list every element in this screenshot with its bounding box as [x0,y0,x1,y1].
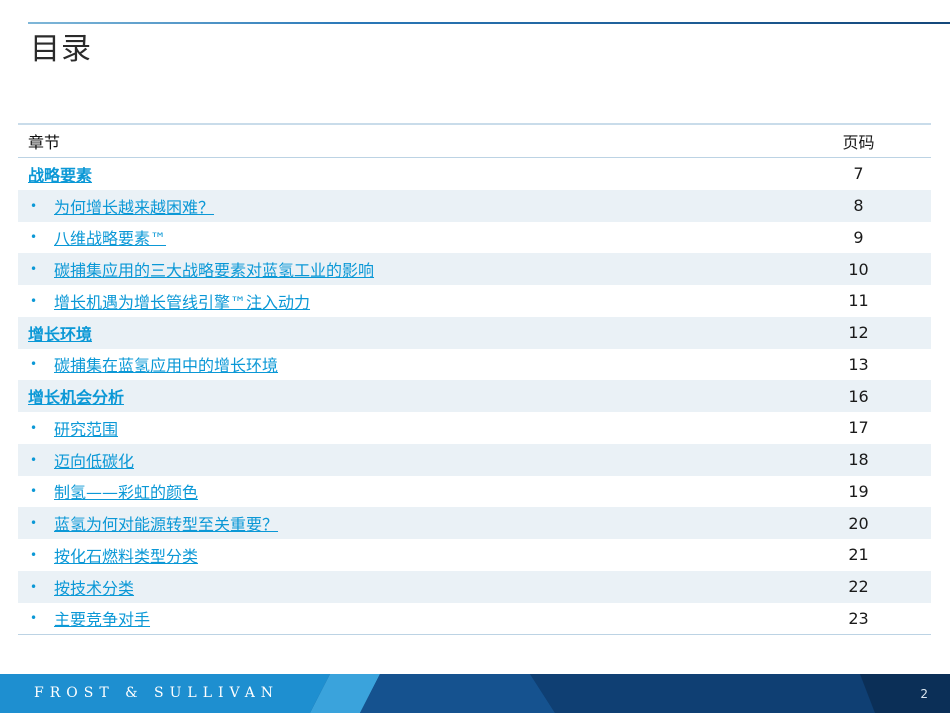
toc-item-link[interactable]: 碳捕集在蓝氢应用中的增长环境 [54,352,278,376]
toc-item-row: • 八维战略要素™ 9 [18,222,931,254]
bullet-icon: • [30,484,38,499]
bullet-icon: • [30,198,38,213]
toc-page-number: 9 [853,227,864,247]
footer-bar: FROST & SULLIVAN 2 [0,674,950,713]
toc-chapter-cell: • 制氢——彩虹的颜色 [18,479,786,503]
toc-header: 章节 页码 [18,123,931,158]
toc-chapter-cell: • 增长机遇为增长管线引擎™注入动力 [18,289,786,313]
toc-chapter-cell: 战略要素 [18,162,786,186]
page-title: 目录 [30,32,92,67]
bullet-icon: • [30,611,38,626]
toc-chapter-cell: • 研究范围 [18,416,786,440]
toc-item-row: • 迈向低碳化 18 [18,443,931,476]
toc-item-row: • 增长机遇为增长管线引擎™注入动力 11 [18,285,931,317]
toc-section-row: 战略要素 7 [18,158,931,190]
toc-chapter-cell: • 按技术分类 [18,575,786,599]
toc-page-number: 19 [848,481,869,501]
toc-item-row: • 按化石燃料类型分类 21 [18,539,931,571]
toc-item-link[interactable]: 碳捕集应用的三大战略要素对蓝氢工业的影响 [54,257,374,281]
toc-section-row: 增长环境 12 [18,316,931,349]
toc-item-link[interactable]: 主要竞争对手 [54,606,150,630]
toc-item-link[interactable]: 研究范围 [54,416,118,440]
toc-chapter-cell: • 碳捕集应用的三大战略要素对蓝氢工业的影响 [18,257,786,281]
bullet-icon: • [30,230,38,245]
toc-page-number: 23 [848,608,869,628]
toc-chapter-cell: • 为何增长越来越困难？ [18,194,786,218]
toc-page-number: 11 [848,291,869,311]
toc-page-number: 21 [848,545,869,565]
bullet-icon: • [30,262,38,277]
toc-table: 章节 页码 战略要素 7 • 为何增长越来越困难？ 8 • 八维战略要素™ 9 • 碳捕集应用的三… [18,123,931,636]
bullet-icon: • [30,420,38,435]
toc-item-row: • 碳捕集应用的三大战略要素对蓝氢工业的影响 10 [18,253,931,285]
toc-item-link[interactable]: 八维战略要素™ [54,225,166,249]
toc-rows: 战略要素 7 • 为何增长越来越困难？ 8 • 八维战略要素™ 9 • 碳捕集应用的三大战略要素对… [18,158,931,636]
toc-chapter-cell: • 迈向低碳化 [18,448,786,472]
header-chapter: 章节 [28,133,61,152]
toc-item-row: • 研究范围 17 [18,412,931,444]
header-page: 页码 [842,133,875,152]
toc-chapter-cell: • 八维战略要素™ [18,225,786,249]
toc-item-link[interactable]: 制氢——彩虹的颜色 [54,479,198,503]
toc-item-row: • 主要竞争对手 23 [18,603,931,636]
toc-page-number: 13 [848,354,869,374]
toc-chapter-cell: 增长机会分析 [18,384,786,408]
toc-chapter-cell: • 按化石燃料类型分类 [18,543,786,567]
bullet-icon: • [30,452,38,467]
toc-item-link[interactable]: 按化石燃料类型分类 [54,543,198,567]
bullet-icon: • [30,547,38,562]
toc-item-row: • 碳捕集在蓝氢应用中的增长环境 13 [18,349,931,381]
toc-section-link[interactable]: 战略要素 [28,162,92,186]
toc-chapter-cell: • 蓝氢为何对能源转型至关重要？ [18,511,786,535]
toc-item-row: • 为何增长越来越困难？ 8 [18,189,931,222]
bullet-icon: • [30,293,38,308]
toc-item-link[interactable]: 增长机遇为增长管线引擎™注入动力 [54,289,310,313]
toc-section-row: 增长机会分析 16 [18,380,931,412]
toc-page-number: 7 [853,164,864,184]
toc-section-link[interactable]: 增长环境 [28,321,92,345]
toc-chapter-cell: • 碳捕集在蓝氢应用中的增长环境 [18,352,786,376]
toc-section-link[interactable]: 增长机会分析 [28,384,124,408]
toc-item-row: • 制氢——彩虹的颜色 19 [18,476,931,508]
toc-item-link[interactable]: 蓝氢为何对能源转型至关重要？ [54,511,278,535]
brand-logo: FROST & SULLIVAN [34,685,280,701]
toc-chapter-cell: 增长环境 [18,321,786,345]
toc-page-number: 12 [848,323,869,343]
toc-item-row: • 按技术分类 22 [18,570,931,603]
toc-page-number: 16 [848,386,869,406]
toc-item-link[interactable]: 迈向低碳化 [54,448,134,472]
toc-chapter-cell: • 主要竞争对手 [18,606,786,630]
toc-page-number: 20 [848,513,869,533]
toc-page-number: 10 [848,259,869,279]
toc-page-number: 22 [848,577,869,597]
toc-page-number: 17 [848,418,869,438]
bullet-icon: • [30,579,38,594]
page-number: 2 [920,687,928,701]
title-rule [28,22,950,24]
toc-item-row: • 蓝氢为何对能源转型至关重要？ 20 [18,507,931,539]
bullet-icon: • [30,516,38,531]
toc-page-number: 18 [848,450,869,470]
toc-item-link[interactable]: 为何增长越来越困难？ [54,194,214,218]
toc-page-number: 8 [853,196,864,216]
toc-item-link[interactable]: 按技术分类 [54,575,134,599]
bullet-icon: • [30,357,38,372]
